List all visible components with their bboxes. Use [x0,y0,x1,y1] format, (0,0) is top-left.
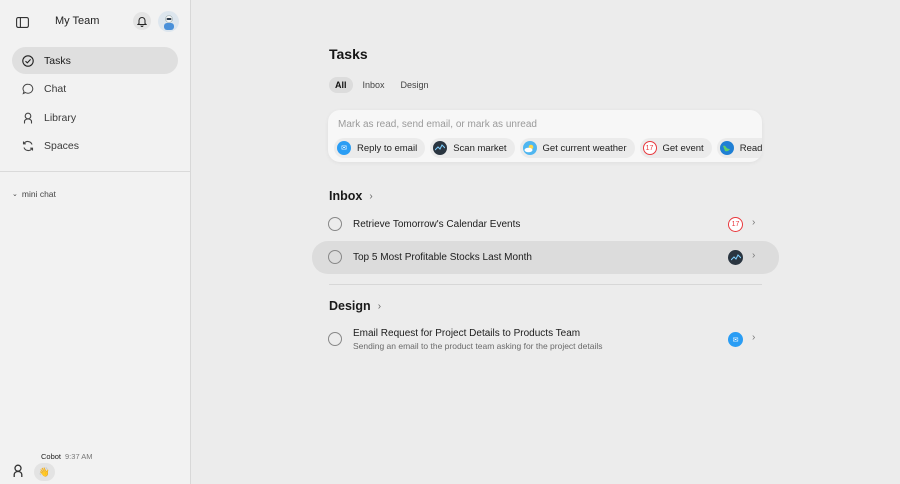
chip-read-web-page[interactable]: Read web page [716,138,762,158]
team-name[interactable]: My Team [55,15,99,27]
chevron-right-icon: › [369,190,373,202]
command-input[interactable]: Mark as read, send email, or mark as unr… [338,119,537,130]
user-icon[interactable] [12,464,26,478]
task-checkbox[interactable] [328,250,342,264]
chip-get-event[interactable]: 17 Get event [639,138,712,158]
sidebar-item-label: Spaces [44,140,80,152]
task-title: Top 5 Most Profitable Stocks Last Month [353,252,532,263]
avatar[interactable] [158,11,179,32]
task-title: Retrieve Tomorrow's Calendar Events [353,219,521,230]
task-checkbox[interactable] [328,332,342,346]
sidebar-nav: Tasks Chat Library Spaces [12,47,178,161]
chip-label: Read web page [739,142,762,154]
task-row[interactable]: Email Request for Project Details to Pro… [312,322,779,356]
page-title: Tasks [329,46,368,62]
chip-scan-market[interactable]: Scan market [430,138,515,158]
market-chart-icon [433,141,448,155]
sidebar-header: My Team [0,0,190,42]
chat-bubble-icon [21,82,35,96]
chevron-right-icon: › [752,217,756,228]
sidebar-item-label: Tasks [44,54,71,67]
mail-icon: ✉ [728,332,743,347]
chevron-right-icon: › [752,332,756,343]
sidebar-item-library[interactable]: Library [12,104,178,131]
tab-design[interactable]: Design [395,77,435,93]
sidebar-item-label: Library [44,111,77,124]
chip-get-current-weather[interactable]: Get current weather [519,138,635,158]
calendar-icon: 17 [642,141,657,155]
sidebar-item-tasks[interactable]: Tasks [12,47,178,74]
sidebar-item-chat[interactable]: Chat [12,76,178,103]
command-composer: Mark as read, send email, or mark as unr… [328,110,762,162]
task-title: Email Request for Project Details to Pro… [353,328,581,339]
task-row[interactable]: Retrieve Tomorrow's Calendar Events 17 › [312,208,779,241]
sidebar: My Team Tasks Chat Library Spaces ⌄ mini… [0,0,191,484]
market-chart-icon [728,250,743,265]
chevron-right-icon: › [752,250,756,261]
chip-label: Get event [662,142,704,154]
app-window: My Team Tasks Chat Library Spaces ⌄ mini… [0,0,900,484]
message-time: 9:37 AM [65,452,93,461]
chevron-right-icon: › [377,300,382,312]
section-header-design[interactable]: Design › [329,299,381,313]
chevron-down-icon: ⌄ [12,191,18,198]
task-checkbox[interactable] [328,217,342,231]
calendar-icon: 17 [728,217,743,232]
section-title: Inbox [329,189,363,203]
main-content: Tasks All Inbox Design Mark as read, sen… [191,0,900,484]
message-bubble[interactable]: 👋 [34,463,55,481]
bell-icon[interactable] [133,12,151,30]
refresh-icon [21,139,35,153]
chip-label: Reply to email [357,142,418,154]
chip-label: Get current weather [542,142,627,154]
mini-chat-toggle[interactable]: ⌄ mini chat [12,189,56,199]
mini-chat-label: mini chat [21,189,56,199]
section-divider [329,284,762,285]
message-meta: Cobot 9:37 AM [41,452,93,461]
globe-icon [719,141,734,155]
section-header-inbox[interactable]: Inbox › [329,189,373,203]
sidebar-item-label: Chat [44,83,67,95]
chip-label: Scan market [453,142,507,154]
sidebar-item-spaces[interactable]: Spaces [12,133,178,160]
task-row[interactable]: Top 5 Most Profitable Stocks Last Month … [312,241,779,274]
check-circle-icon [21,54,35,68]
chip-reply-to-email[interactable]: ✉ Reply to email [334,138,426,158]
task-subtitle: Sending an email to the product team ask… [353,341,603,351]
filter-tabs: All Inbox Design [329,77,435,93]
tab-inbox[interactable]: Inbox [357,77,391,93]
person-icon [21,111,35,125]
section-title: Design [329,299,371,313]
sidebar-divider [0,171,190,172]
sidebar-toggle-icon[interactable] [12,12,32,32]
mail-icon: ✉ [337,141,351,155]
weather-icon [522,141,537,155]
action-chips: ✉ Reply to email Scan market Get current… [334,138,762,158]
tab-all[interactable]: All [329,77,353,93]
message-author: Cobot [41,452,62,461]
